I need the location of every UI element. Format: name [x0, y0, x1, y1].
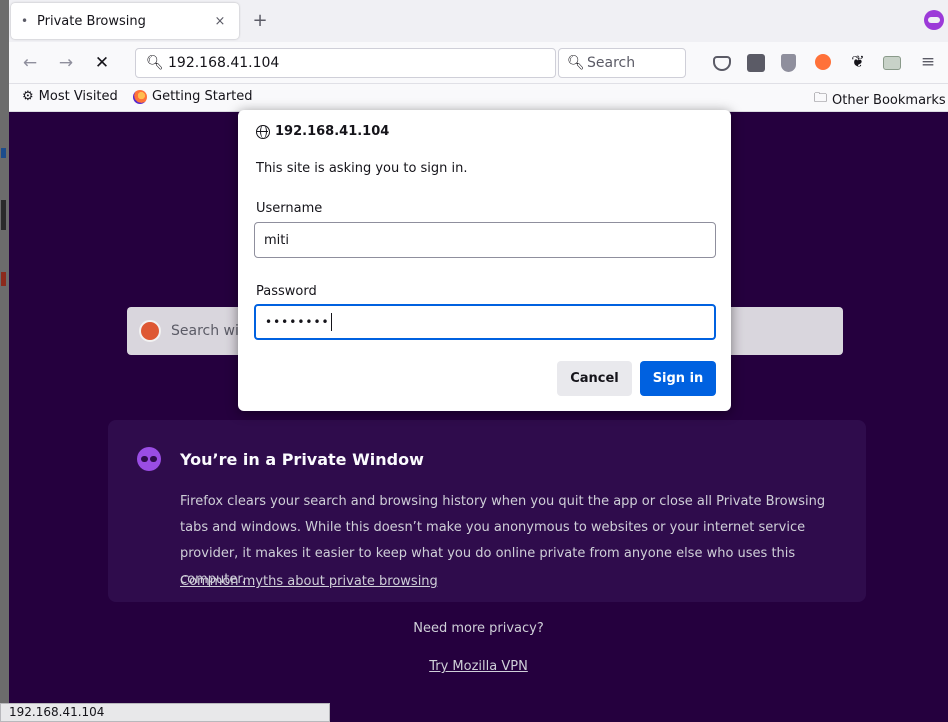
dialog-origin-text: 192.168.41.104: [275, 124, 390, 139]
window-edge: [0, 0, 9, 722]
extension-mascot-icon[interactable]: ❦: [849, 53, 867, 71]
tab-private-browsing[interactable]: • Private Browsing ×: [11, 3, 239, 39]
bookmark-most-visited[interactable]: ⚙︎ Most Visited: [22, 89, 118, 104]
navigation-toolbar: ← → ✕ 🔍︎ 192.168.41.104 🔍︎ Search ❦ ≡: [9, 42, 948, 84]
bookmark-label: Most Visited: [38, 89, 118, 104]
card-title: You’re in a Private Window: [180, 450, 424, 469]
bookmark-label: Other Bookmarks: [832, 92, 946, 108]
new-tab-button[interactable]: +: [247, 8, 273, 34]
auth-dialog: 192.168.41.104 This site is asking you t…: [238, 110, 731, 411]
extension-orange-icon[interactable]: [815, 54, 831, 70]
globe-icon: [256, 124, 270, 139]
gear-icon: ⚙︎: [22, 89, 34, 104]
firefox-icon: [133, 89, 147, 104]
pocket-icon[interactable]: [713, 56, 731, 71]
page-search-placeholder: Search wi: [171, 323, 239, 339]
privacy-question: Need more privacy?: [413, 621, 544, 636]
mozilla-vpn-link[interactable]: Try Mozilla VPN: [9, 659, 948, 674]
tab-bar: • Private Browsing × +: [9, 0, 948, 42]
url-bar[interactable]: 🔍︎ 192.168.41.104: [135, 48, 556, 78]
dialog-message: This site is asking you to sign in.: [256, 161, 468, 176]
edge-mark: [1, 272, 6, 286]
myths-link[interactable]: Common myths about private browsing: [180, 574, 438, 589]
private-mask-icon: [137, 447, 161, 471]
forward-button[interactable]: →: [53, 51, 79, 75]
extension-s-icon[interactable]: [747, 54, 765, 72]
folder-icon: 🗀︎: [814, 91, 828, 106]
edge-mark: [1, 200, 6, 230]
password-value: ••••••••: [265, 315, 330, 329]
status-bar: 192.168.41.104: [0, 703, 330, 722]
search-placeholder: Search: [587, 55, 636, 71]
username-value: miti: [264, 232, 289, 248]
search-input[interactable]: 🔍︎ Search: [558, 48, 686, 78]
search-icon: 🔍︎: [567, 55, 585, 71]
dialog-origin: 192.168.41.104: [256, 124, 389, 139]
password-label: Password: [256, 284, 317, 299]
hamburger-menu-icon[interactable]: ≡: [919, 52, 937, 72]
text-caret: [330, 313, 332, 331]
bookmark-other-bookmarks[interactable]: 🗀︎ Other Bookmarks: [814, 89, 946, 111]
close-tab-icon[interactable]: ×: [211, 14, 229, 29]
bookmark-getting-started[interactable]: Getting Started: [133, 89, 253, 104]
private-window-card: You’re in a Private Window Firefox clear…: [108, 420, 866, 602]
private-browsing-icon: [924, 10, 944, 30]
search-icon: 🔍︎: [146, 55, 164, 71]
bookmarks-toolbar: ⚙︎ Most Visited Getting Started 🗀︎ Other…: [9, 84, 948, 112]
tab-dot-icon: •: [21, 14, 29, 28]
sign-in-button[interactable]: Sign in: [640, 361, 716, 396]
edge-mark: [1, 148, 6, 158]
bookmark-label: Getting Started: [152, 89, 253, 104]
tab-title: Private Browsing: [37, 13, 146, 29]
url-text[interactable]: 192.168.41.104: [168, 55, 279, 71]
stop-button[interactable]: ✕: [89, 51, 115, 75]
password-field[interactable]: ••••••••: [254, 304, 716, 340]
extension-table-icon[interactable]: [883, 56, 901, 70]
cancel-button[interactable]: Cancel: [557, 361, 632, 396]
duckduckgo-icon: [139, 320, 161, 342]
username-field[interactable]: miti: [254, 222, 716, 258]
username-label: Username: [256, 201, 323, 216]
ublock-icon[interactable]: [781, 54, 796, 72]
back-button[interactable]: ←: [17, 51, 43, 75]
